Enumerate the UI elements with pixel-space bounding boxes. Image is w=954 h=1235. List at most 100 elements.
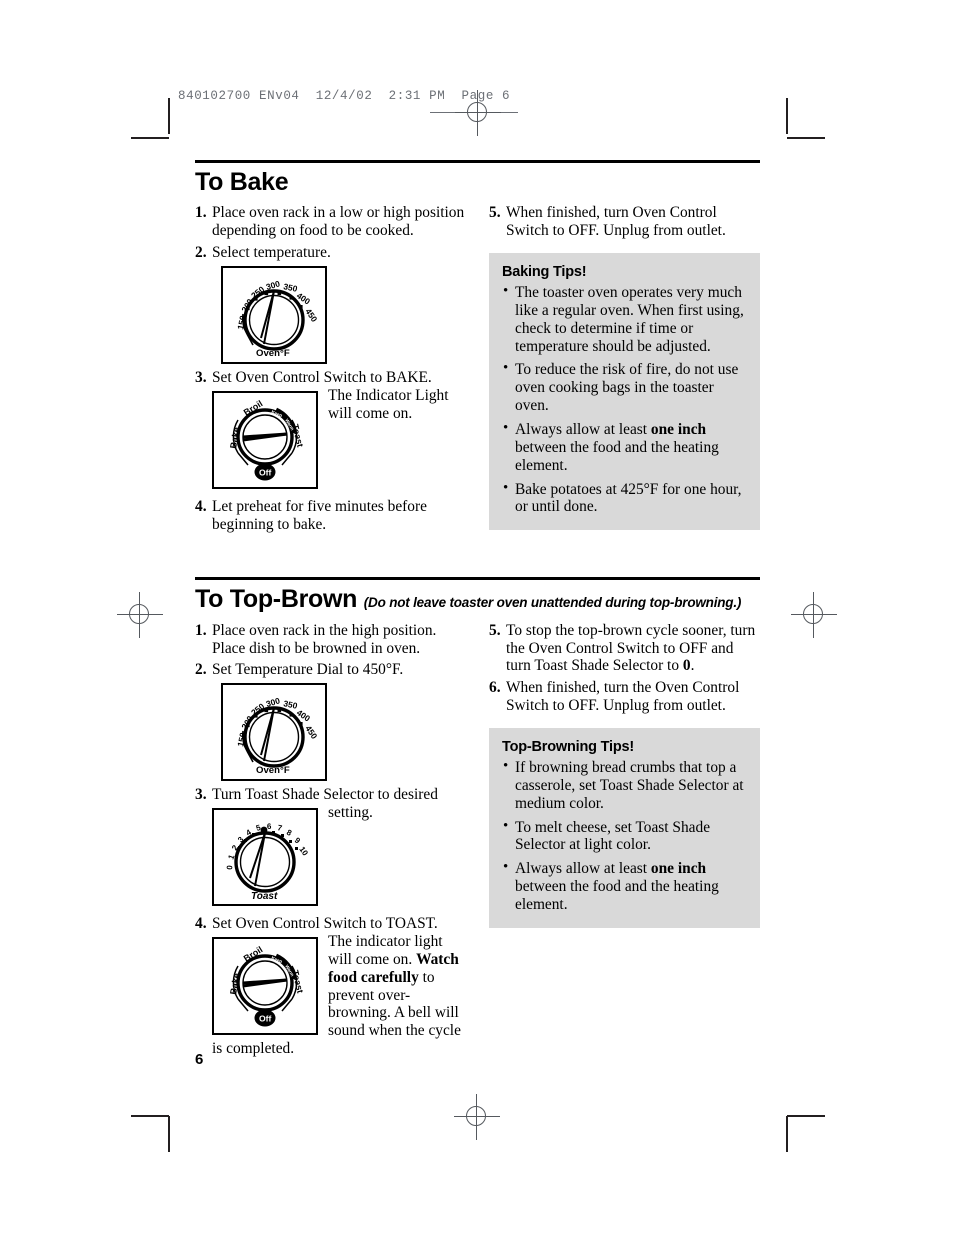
svg-text:8: 8 [285,828,294,838]
tip-text-tail: between the food and the heating element… [515,878,719,913]
crop-mark-bottom-right-horizontal [787,1115,825,1117]
page-title-to-bake: To Bake [195,169,760,195]
step-item: 1. Place oven rack in the high position.… [195,622,467,658]
step-number: 6. [489,679,501,697]
tip-text: To melt cheese, set Toast Shade Selector… [515,818,711,854]
section-heading-text: To Top-Brown [195,585,358,614]
bullet-icon: • [503,757,509,774]
step-text: When finished, turn the Oven Control Swi… [506,679,740,715]
tip-text: To reduce the risk of fire, do not use o… [515,361,739,415]
temperature-dial-label: Oven°F [256,348,290,359]
tip-text-emphasis: one inch [650,420,707,438]
step-text: Select temperature. [212,243,331,261]
toast-shade-dial-label: Toast [251,891,278,902]
tip-item: • The toaster oven operates very much li… [502,282,747,355]
oven-control-off-label: Off [259,1013,272,1023]
section-to-bake: To Bake 1. Place oven rack in a low or h… [195,160,760,537]
tip-item: • Always allow at least one inch between… [502,419,747,475]
page-content: To Bake 1. Place oven rack in a low or h… [195,160,760,1062]
oven-control-off-label: Off [259,467,272,477]
step-item: 4. Set Oven Control Switch to TOAST. Bak… [195,915,467,1058]
steps-list-topbrown-right: 5. To stop the top-brown cycle sooner, t… [489,622,760,715]
bullet-icon: • [503,360,509,377]
tip-item: • Always allow at least one inch between… [502,859,747,914]
svg-text:450: 450 [303,724,319,741]
step-item: 3. Turn Toast Shade Selector to desired [195,786,467,909]
step-number: 4. [195,915,207,933]
tip-text-tail: between the food and the heating element… [515,438,719,474]
column-right-bake: 5. When finished, turn Oven Control Swit… [489,204,760,531]
registration-mark-top [455,90,501,136]
step-item: 5. When finished, turn Oven Control Swit… [489,204,760,240]
svg-text:7: 7 [277,823,284,833]
step-item: 2. Set Temperature Dial to 450°F. 150 20… [195,661,467,782]
step-text: Set Oven Control Switch to BAKE. [212,368,432,386]
oven-control-dial-icon: Bake Broil Toast Keep Warm Off [228,944,305,1027]
page-title-to-top-brown: To Top-Brown (Do not leave toaster oven … [195,586,760,612]
column-right-topbrown: 5. To stop the top-brown cycle sooner, t… [489,622,760,928]
tip-text: Always allow at least [515,420,651,438]
step-text-pre: To stop the top-brown cycle sooner, turn… [506,621,756,675]
bullet-icon: • [503,419,509,436]
figure-oven-control-dial: Bake Broil Toast Keep Warm Off [212,390,318,489]
step-text: To stop the top-brown cycle sooner, turn… [506,622,760,676]
steps-list-bake-right: 5. When finished, turn Oven Control Swit… [489,204,760,240]
step-number: 3. [195,786,207,804]
step-number: 1. [195,621,207,639]
section-rule [195,577,760,581]
column-left-topbrown: 1. Place oven rack in the high position.… [195,622,467,1062]
temperature-dial-icon: 150 200 250 300 350 400 450 Oven°F [235,278,319,359]
step-number: 5. [489,621,501,639]
tip-item: • Bake potatoes at 425°F for one hour, o… [502,480,747,517]
step-number: 2. [195,661,207,679]
figure-oven-control-dial-2: Bake Broil Toast Keep Warm Off [212,936,318,1035]
step-text: Set Oven Control Switch to TOAST. [212,915,438,933]
crop-mark-top-right-vertical [786,98,788,134]
page-number: 6 [195,1051,204,1068]
step-item: 4. Let preheat for five minutes before b… [195,498,467,534]
step-item: 1. Place oven rack in a low or high posi… [195,204,467,240]
bullet-icon: • [503,817,509,834]
step-text: Turn Toast Shade Selector to desired [212,786,438,804]
crop-mark-bottom-right-vertical [786,1116,788,1152]
step-number: 4. [195,497,207,515]
step-item: 3. Set Oven Control Switch to BAKE. Bake… [195,369,467,492]
figure-temperature-dial: 150 200 250 300 350 400 450 Oven°F [221,265,467,364]
tip-item: • To melt cheese, set Toast Shade Select… [502,817,747,855]
section-heading-subtitle: (Do not leave toaster oven unattended du… [363,595,742,611]
toast-shade-dial-icon: 0 1 2 3 4 5 6 7 8 9 10 Toast [225,822,310,902]
svg-text:0: 0 [225,864,234,870]
step-item: 2. Select temperature. 150 200 250 300 3… [195,244,467,364]
tip-text: The toaster oven operates very much like… [515,283,744,355]
tip-item: • To reduce the risk of fire, do not use… [502,360,747,415]
crop-mark-bottom-left-vertical [168,1116,170,1152]
registration-mark-bottom [454,1094,500,1140]
svg-text:450: 450 [303,306,319,323]
section-to-top-brown: To Top-Brown (Do not leave toaster oven … [195,577,760,1062]
column-left-bake: 1. Place oven rack in a low or high posi… [195,204,467,537]
step-text-post: . [690,657,695,675]
temperature-dial-label: Oven°F [256,765,290,776]
tips-title: Top-Browning Tips! [502,738,634,755]
steps-list-topbrown-left: 1. Place oven rack in the high position.… [195,622,467,1058]
step-item: 6. When finished, turn the Oven Control … [489,679,760,715]
figure-temperature-dial-2: 150 200 250 300 350 400 450 Oven°F [221,683,467,782]
step-number: 5. [489,204,501,222]
tip-text: If browning bread crumbs that top a cass… [515,758,744,812]
crop-mark-top-right-horizontal [787,137,825,139]
svg-text:9: 9 [293,836,303,846]
bullet-icon: • [503,282,509,299]
section-rule [195,160,760,163]
step-text: Place oven rack in the high position. Pl… [212,621,437,657]
step-text: When finished, turn Oven Control Switch … [506,204,726,240]
step-number: 2. [195,243,207,261]
bullet-icon: • [503,859,509,876]
crop-mark-top-left-horizontal [131,137,169,139]
tip-text: Bake potatoes at 425°F for one hour, or … [515,480,742,516]
steps-list-bake-left: 1. Place oven rack in a low or high posi… [195,204,467,533]
step-number: 3. [195,368,207,386]
tips-list: • If browning bread crumbs that top a ca… [502,757,747,914]
figure-toast-shade-dial: 0 1 2 3 4 5 6 7 8 9 10 Toast [212,808,318,907]
crop-mark-top-left-vertical [168,98,170,134]
tip-text-emphasis: one inch [650,860,707,878]
